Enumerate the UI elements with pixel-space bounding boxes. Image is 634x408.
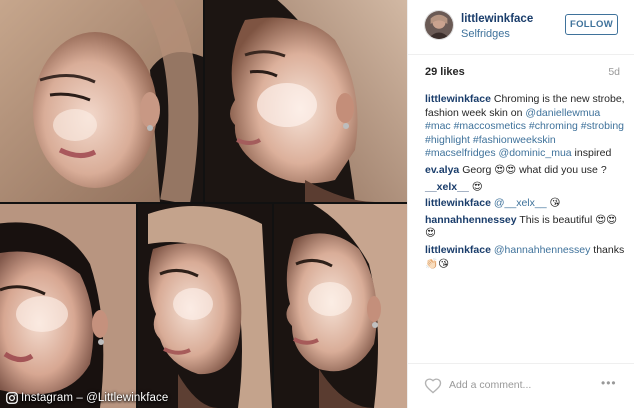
add-comment-input[interactable]: Add a comment... [449, 379, 531, 391]
comment-item: ev.alya Georg 😍😍 what did you use ? [425, 164, 625, 178]
comment-username[interactable]: littlewinkface [425, 197, 491, 209]
comment-text: inspired [571, 147, 612, 160]
photo-credit-text: Instagram – @Littlewinkface [21, 392, 169, 404]
comment-tag-link[interactable]: @__xelx__ [494, 197, 547, 209]
post-header: littlewinkface Selfridges FOLLOW [408, 0, 634, 55]
post-sidebar: littlewinkface Selfridges FOLLOW 29 like… [407, 0, 634, 408]
post-image-collage[interactable]: Instagram – @Littlewinkface [0, 0, 407, 408]
instagram-camera-icon [6, 392, 18, 404]
post-footer: Add a comment... ••• [408, 363, 634, 408]
comment-item: littlewinkface @__xelx__ 😘 [425, 197, 625, 211]
comment-item: littlewinkface Chroming is the new strob… [425, 93, 625, 161]
comment-item: hannahhennessey This is beautiful 😍😍😍 [425, 214, 625, 241]
more-options-icon[interactable]: ••• [601, 376, 617, 390]
photo-tile-4 [138, 204, 272, 408]
comment-text: Georg 😍😍 what did you use ? [462, 163, 607, 176]
comment-username[interactable]: __xelx__ [425, 181, 469, 193]
avatar[interactable] [424, 10, 454, 40]
comment-username[interactable]: hannahhennessey [425, 214, 517, 226]
comment-username[interactable]: littlewinkface [425, 244, 491, 256]
comment-item: littlewinkface @hannahhennessey thanks 👏… [425, 244, 625, 271]
comment-tag-link[interactable]: @hannahhennessey [494, 244, 590, 256]
comment-item: __xelx__ 😍 [425, 181, 625, 195]
comment-text: 😘 [546, 197, 561, 210]
photo-credit: Instagram – @Littlewinkface [6, 392, 168, 404]
comment-username[interactable]: ev.alya [425, 164, 459, 176]
follow-button[interactable]: FOLLOW [565, 14, 618, 35]
heart-outline-icon[interactable] [424, 377, 442, 394]
likes-count[interactable]: 29 likes [425, 66, 465, 78]
photo-tile-3 [0, 204, 136, 408]
comment-username[interactable]: littlewinkface [425, 93, 491, 105]
post-age[interactable]: 5d [608, 66, 620, 78]
username-link[interactable]: littlewinkface [461, 13, 533, 25]
comment-tag-link[interactable]: @daniellewmua [525, 107, 600, 119]
post-stats: 29 likes 5d [425, 66, 620, 80]
photo-tile-2 [205, 0, 407, 202]
photo-tile-5 [274, 204, 407, 408]
comment-list: littlewinkface Chroming is the new strob… [425, 93, 625, 274]
location-link[interactable]: Selfridges [461, 28, 510, 40]
photo-tile-1 [0, 0, 203, 202]
comment-text: 😍 [471, 180, 483, 193]
